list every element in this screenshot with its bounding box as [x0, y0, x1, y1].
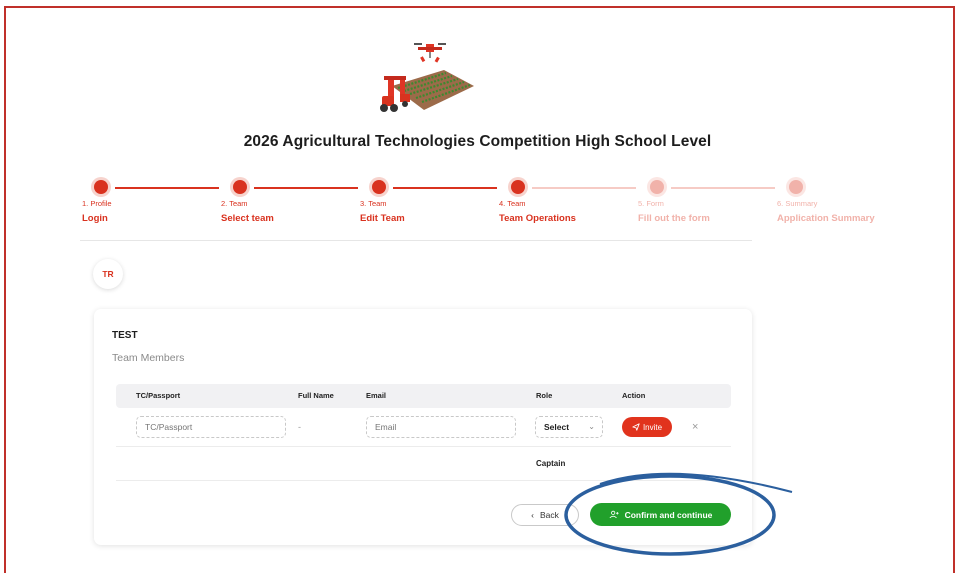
confirm-label: Confirm and continue [624, 509, 713, 520]
agricultural-robot-logo-icon [380, 43, 474, 112]
step-dot [650, 180, 664, 194]
step-dot [94, 180, 108, 194]
step-label: Select team [221, 213, 274, 224]
team-card: TEST Team Members TC/Passport Full Name … [94, 309, 752, 545]
step-label: Team Operations [499, 213, 576, 224]
step-label: Application Summary [777, 213, 875, 224]
members-table-header: TC/Passport Full Name Email Role Action [116, 384, 731, 408]
back-button[interactable]: ‹ Back [511, 504, 579, 526]
column-full-name: Full Name [298, 391, 334, 400]
column-action: Action [622, 391, 646, 400]
chevron-down-icon: ⌄ [588, 422, 595, 431]
step-label: Login [82, 213, 108, 224]
column-role: Role [536, 391, 553, 400]
full-name-value: - [298, 422, 301, 432]
invite-button[interactable]: Invite [622, 417, 672, 437]
step-connector [532, 187, 636, 189]
step-connector [671, 187, 775, 189]
step-number: 6. Summary [777, 199, 818, 208]
step-dot [372, 180, 386, 194]
step-connector [393, 187, 497, 189]
section-divider [80, 240, 752, 241]
column-tc-passport: TC/Passport [136, 391, 181, 400]
avatar[interactable]: TR [93, 259, 123, 289]
member-role: Captain [536, 459, 566, 468]
step-number: 1. Profile [82, 199, 112, 208]
step-number: 5. Form [638, 199, 664, 208]
row-divider [116, 446, 731, 447]
team-name: TEST [112, 330, 138, 341]
step-label: Fill out the form [638, 213, 710, 224]
step-connector [254, 187, 358, 189]
step-connector [115, 187, 219, 189]
step-dot [233, 180, 247, 194]
close-icon[interactable]: × [692, 421, 698, 433]
page-title: 2026 Agricultural Technologies Competiti… [243, 133, 712, 150]
role-select[interactable]: Select ⌄ [535, 416, 603, 438]
tc-passport-input[interactable] [136, 416, 286, 438]
team-members-heading: Team Members [112, 352, 185, 364]
progress-stepper: 1. Profile Login 2. Team Select team 3. … [80, 180, 890, 230]
step-number: 2. Team [221, 199, 248, 208]
step-number: 4. Team [499, 199, 526, 208]
column-email: Email [366, 391, 387, 400]
email-input[interactable] [366, 416, 516, 438]
role-select-value: Select [544, 422, 570, 432]
step-number: 3. Team [360, 199, 387, 208]
back-label: Back [539, 510, 559, 520]
chevron-left-icon: ‹ [531, 510, 534, 520]
step-dot [511, 180, 525, 194]
invite-label: Invite [642, 422, 663, 432]
row-divider [116, 480, 731, 481]
confirm-continue-button[interactable]: Confirm and continue [590, 503, 731, 526]
step-dot [789, 180, 803, 194]
step-label: Edit Team [360, 213, 405, 224]
user-add-icon [609, 510, 619, 519]
send-icon [632, 423, 640, 431]
